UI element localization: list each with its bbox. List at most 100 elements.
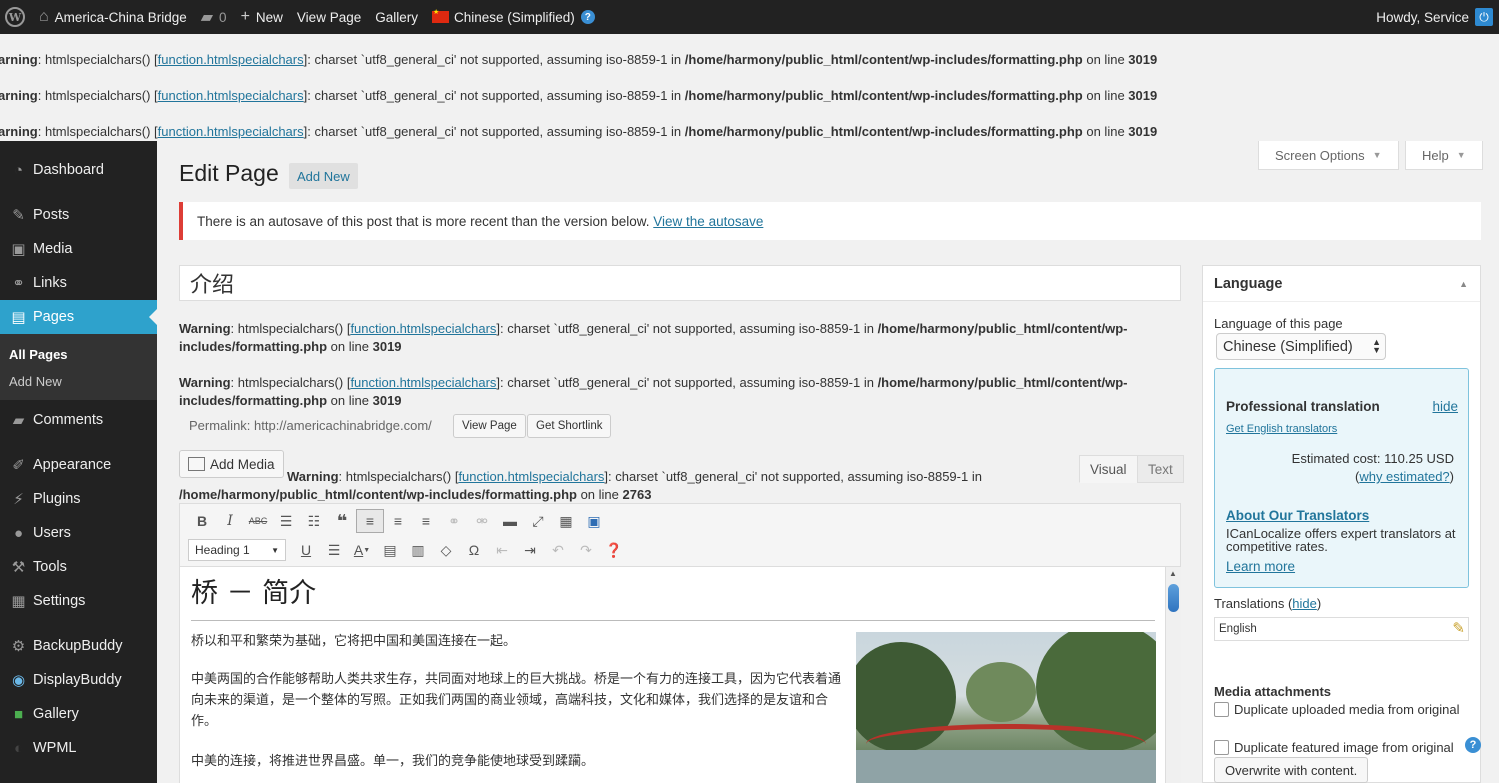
post-title-input[interactable]: 介绍 [179, 265, 1181, 301]
help-icon[interactable]: ? [1465, 737, 1481, 753]
sidebar-item-media[interactable]: ▣ Media [0, 232, 157, 266]
sidebar-item-appearance[interactable]: ✐ Appearance [0, 448, 157, 482]
gallery-link[interactable]: Gallery [368, 0, 425, 34]
learn-more-link[interactable]: Learn more [1226, 559, 1295, 574]
clear-formatting-button[interactable]: ◇ [432, 538, 460, 562]
strikethrough-button[interactable]: ABC [244, 509, 272, 533]
sidebar-item-links[interactable]: ⚭ Links [0, 266, 157, 300]
paste-word-button[interactable]: ▥ [404, 538, 432, 562]
tab-text[interactable]: Text [1137, 455, 1184, 483]
view-page-button[interactable]: View Page [453, 414, 526, 438]
bridge-image[interactable] [856, 632, 1156, 783]
justify-button[interactable]: ☰ [320, 538, 348, 562]
sidebar-item-plugins[interactable]: ⚡ Plugins [0, 482, 157, 516]
submenu-all-pages[interactable]: All Pages [9, 347, 68, 362]
site-name-menu[interactable]: ⌂ America-China Bridge [32, 0, 194, 34]
sidebar-item-wpml[interactable]: ◐ WPML [0, 731, 157, 765]
text-color-button[interactable]: A ▼ [348, 538, 376, 562]
screen-options-button[interactable]: Screen Options ▼ [1258, 141, 1399, 170]
submenu-add-new[interactable]: Add New [9, 374, 62, 389]
duplicate-uploaded-checkbox[interactable] [1214, 702, 1229, 717]
language-of-page-label: Language of this page [1214, 316, 1343, 331]
kitchen-sink-button[interactable]: ▦ [552, 509, 580, 533]
scroll-up-icon[interactable]: ▲ [1169, 569, 1177, 578]
sidebar-item-settings[interactable]: ▦ Settings [0, 584, 157, 618]
hide-link[interactable]: hide [1432, 399, 1458, 414]
numbered-list-button[interactable]: ☷ [300, 509, 328, 533]
translations-hide-link[interactable]: hide [1292, 596, 1317, 611]
sidebar-item-gallery[interactable]: ■ Gallery [0, 697, 157, 731]
format-select[interactable]: Heading 1 ▼ [188, 539, 286, 561]
bold-button[interactable]: B [188, 509, 216, 533]
my-account-menu[interactable]: Howdy, Service ⏻ [1369, 0, 1499, 34]
get-translators-link[interactable]: Get English translators [1226, 423, 1337, 435]
align-left-button[interactable]: ≡ [356, 509, 384, 533]
add-new-page-button[interactable]: Add New [289, 163, 358, 189]
image-bridge [866, 724, 1146, 764]
collapse-arrow-icon[interactable]: ▲ [1459, 279, 1468, 289]
warning-line: 3019 [1128, 124, 1158, 139]
get-shortlink-button[interactable]: Get Shortlink [527, 414, 612, 438]
align-right-button[interactable]: ≡ [412, 509, 440, 533]
tab-visual[interactable]: Visual [1079, 455, 1138, 483]
comments-menu[interactable]: ▰ 0 [194, 0, 234, 34]
editor-content[interactable]: 桥 － 简介 桥以和平和繁荣为基础，它将把中国和美国连接在一起。 中美两国的合作… [179, 567, 1181, 783]
fullscreen-button[interactable]: ⤢ [524, 509, 552, 533]
sidebar-item-backupbuddy[interactable]: ⚙ BackupBuddy [0, 629, 157, 663]
translation-english-field[interactable]: English ✎ [1214, 617, 1469, 641]
unlink-button[interactable]: ⚮ [468, 509, 496, 533]
outdent-button[interactable]: ⇤ [488, 538, 516, 562]
bullet-list-button[interactable]: ☰ [272, 509, 300, 533]
pencil-icon[interactable]: ✎ [1452, 619, 1465, 637]
paste-text-button[interactable]: ▤ [376, 538, 404, 562]
align-center-button[interactable]: ≡ [384, 509, 412, 533]
editor-scrollbar[interactable]: ▲ [1165, 567, 1181, 783]
gallery-insert-button[interactable]: ▣ [580, 509, 608, 533]
help-icon[interactable]: ? [580, 10, 595, 24]
language-select[interactable]: Chinese (Simplified) ▲ ▼ [1216, 333, 1386, 360]
why-estimated-link[interactable]: why estimated? [1359, 469, 1449, 484]
php-warning: arning: htmlspecialchars() [function.htm… [0, 88, 1157, 103]
duplicate-uploaded-option: Duplicate uploaded media from original [1214, 701, 1464, 719]
sidebar-item-dashboard[interactable]: ◔ Dashboard [0, 153, 157, 187]
redo-button[interactable]: ↷ [572, 538, 600, 562]
undo-button[interactable]: ↶ [544, 538, 572, 562]
special-character-button[interactable]: Ω [460, 538, 488, 562]
scroll-thumb[interactable] [1168, 584, 1179, 612]
add-media-button[interactable]: Add Media [179, 450, 284, 478]
view-page-link[interactable]: View Page [290, 0, 368, 34]
pages-submenu: All Pages Add New [0, 334, 157, 400]
sidebar-item-label: BackupBuddy [33, 638, 123, 654]
insert-link-button[interactable]: ⚭ [440, 509, 468, 533]
sidebar-item-posts[interactable]: ✎ Posts [0, 198, 157, 232]
language-switcher[interactable]: Chinese (Simplified) ? [425, 0, 602, 34]
plus-icon: + [240, 8, 250, 25]
view-autosave-link[interactable]: View the autosave [653, 214, 763, 229]
underline-button[interactable]: U [292, 538, 320, 562]
function-link[interactable]: function.htmlspecialchars [458, 469, 604, 484]
function-link[interactable]: function.htmlspecialchars [158, 124, 304, 139]
translation-language: English [1219, 623, 1257, 635]
blockquote-button[interactable]: ❝ [328, 509, 356, 533]
italic-button[interactable]: I [216, 509, 244, 533]
new-content-menu[interactable]: + New [234, 0, 290, 34]
wordpress-logo-menu[interactable]: W [0, 0, 32, 34]
function-link[interactable]: function.htmlspecialchars [158, 88, 304, 103]
sidebar-item-tools[interactable]: ⚒ Tools [0, 550, 157, 584]
overwrite-button[interactable]: Overwrite with content. [1214, 757, 1369, 783]
sidebar-item-comments[interactable]: ▰ Comments [0, 403, 157, 437]
sidebar-item-users[interactable]: ● Users [0, 516, 157, 550]
function-link[interactable]: function.htmlspecialchars [350, 375, 496, 390]
function-link[interactable]: function.htmlspecialchars [158, 52, 304, 67]
sidebar-item-pages[interactable]: ▤ Pages [0, 300, 157, 334]
insert-more-button[interactable]: ▬ [496, 509, 524, 533]
help-button[interactable]: Help ▼ [1405, 141, 1483, 170]
function-link[interactable]: function.htmlspecialchars [350, 321, 496, 336]
metabox-header[interactable]: Language ▲ [1203, 266, 1480, 302]
indent-button[interactable]: ⇥ [516, 538, 544, 562]
about-translators-link[interactable]: About Our Translators [1226, 508, 1369, 523]
help-icon[interactable]: ❓ [600, 538, 628, 562]
warning-call: : htmlspecialchars() [ [230, 375, 351, 390]
duplicate-featured-checkbox[interactable] [1214, 740, 1229, 755]
sidebar-item-displaybuddy[interactable]: ◉ DisplayBuddy [0, 663, 157, 697]
